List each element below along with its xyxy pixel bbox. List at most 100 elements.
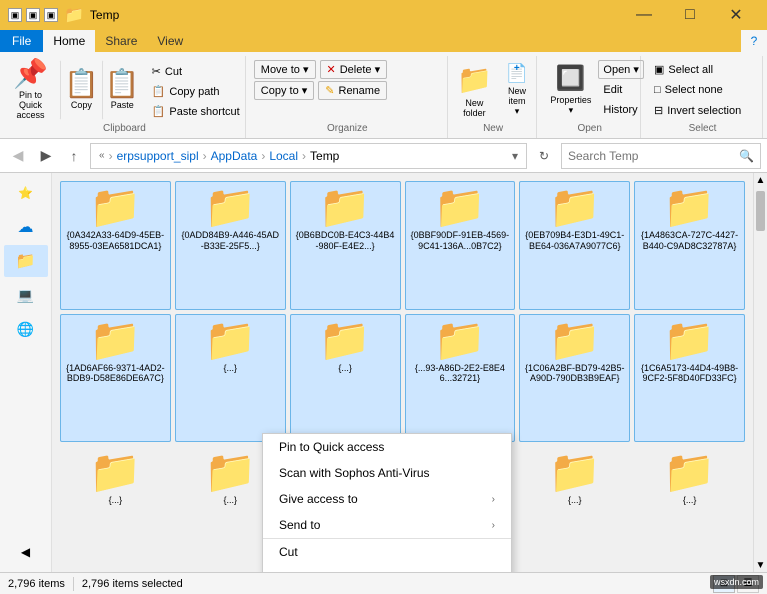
title-icon-1: ▣ bbox=[8, 8, 22, 22]
context-menu-item-send-to[interactable]: Send to› bbox=[263, 512, 511, 538]
context-menu-item-cut[interactable]: Cut bbox=[263, 538, 511, 565]
rename-button[interactable]: ✎ Rename bbox=[318, 81, 387, 100]
maximize-button[interactable]: □ bbox=[667, 0, 713, 30]
search-box[interactable]: 🔍 bbox=[561, 143, 761, 169]
select-label: Select bbox=[689, 123, 717, 136]
sidebar-item-expand[interactable]: ◀ bbox=[4, 536, 48, 568]
file-item[interactable]: 📁{0A342A33-64D9-45EB-8955-03EA6581DCA1} bbox=[60, 181, 171, 310]
select-none-icon: □ bbox=[654, 84, 661, 96]
file-item[interactable]: 📁{0B6BDC0B-E4C3-44B4-980F-E4E2...} bbox=[290, 181, 401, 310]
close-button[interactable]: ✕ bbox=[713, 0, 759, 30]
paste-shortcut-icon: 📋 bbox=[152, 105, 166, 118]
properties-button[interactable]: 🔲 Properties▾ bbox=[545, 60, 596, 120]
file-item[interactable]: 📁{0EB709B4-E3D1-49C1-BE64-036A7A9077C6} bbox=[519, 181, 630, 310]
paste-button[interactable]: 📋 Paste bbox=[102, 60, 143, 120]
file-item[interactable]: 📁{1C06A2BF-BD79-42B5-A90D-790DB3B9EAF} bbox=[519, 314, 630, 443]
folder-icon: 📁 bbox=[549, 451, 601, 493]
file-item[interactable]: 📁{...} bbox=[175, 314, 286, 443]
scroll-down[interactable]: ▼ bbox=[754, 558, 767, 572]
sidebar-item-cloud[interactable]: ☁ bbox=[4, 211, 48, 243]
context-menu-item-scan-with-sophos-anti-virus[interactable]: Scan with Sophos Anti-Virus bbox=[263, 460, 511, 486]
ribbon: File Home Share View ? 📌 Pin to Quick ac… bbox=[0, 30, 767, 139]
file-item[interactable]: 📁{...93-A86D-2E2-E8E46...32721} bbox=[405, 314, 516, 443]
help-button[interactable]: ? bbox=[741, 30, 767, 52]
file-item[interactable]: 📁{...} bbox=[60, 446, 171, 564]
select-none-label: Select none bbox=[665, 84, 723, 96]
folder-icon: 📁 bbox=[204, 186, 256, 228]
sidebar-item-quickaccess[interactable]: ⭐ bbox=[4, 177, 48, 209]
status-bar: 2,796 items 2,796 items selected ⊞ ☰ bbox=[0, 572, 767, 594]
breadcrumb-erpsupport[interactable]: erpsupport_sipl bbox=[117, 149, 199, 163]
breadcrumb-temp: Temp bbox=[310, 149, 339, 163]
copy-button[interactable]: 📋 Copy bbox=[61, 60, 102, 120]
move-to-label: Move to ▾ bbox=[261, 63, 309, 76]
context-menu-item-copy[interactable]: Copy bbox=[263, 565, 511, 572]
file-item[interactable]: 📁{0BBF90DF-91EB-4569-9C41-136A...0B7C2} bbox=[405, 181, 516, 310]
file-item[interactable]: 📁{1A4863CA-727C-4427-B440-C9AD8C32787A} bbox=[634, 181, 745, 310]
context-menu-item-give-access-to[interactable]: Give access to› bbox=[263, 486, 511, 512]
scroll-up[interactable]: ▲ bbox=[754, 173, 767, 187]
sidebar-item-pc[interactable]: 💻 bbox=[4, 279, 48, 311]
new-item-button[interactable]: 📄+ Newitem ▾ bbox=[500, 60, 533, 120]
folder-icon: 📁 bbox=[319, 186, 371, 228]
file-item[interactable]: 📁{0ADD84B9-A446-45AD-B33E-25F5...} bbox=[175, 181, 286, 310]
sidebar-item-folder[interactable]: 📁 bbox=[4, 245, 48, 277]
select-all-button[interactable]: ▣ Select all bbox=[649, 60, 718, 79]
ctx-item-label: Give access to bbox=[279, 492, 492, 506]
up-button[interactable]: ↑ bbox=[62, 144, 86, 168]
address-dropdown[interactable]: ▾ bbox=[512, 149, 518, 163]
copy-to-button[interactable]: Copy to ▾ bbox=[254, 81, 315, 100]
tab-home[interactable]: Home bbox=[43, 30, 95, 52]
organize-group: Move to ▾ ✕ Delete ▾ Copy to ▾ ✎ Rename bbox=[248, 56, 448, 138]
ctx-item-label: Send to bbox=[279, 518, 492, 532]
cut-button[interactable]: ✂ Cut bbox=[147, 62, 245, 81]
tab-view[interactable]: View bbox=[147, 30, 193, 52]
open-group: 🔲 Properties▾ Open ▾ Edit History bbox=[539, 56, 641, 138]
tab-share[interactable]: Share bbox=[95, 30, 147, 52]
refresh-button[interactable]: ↻ bbox=[531, 143, 557, 169]
file-name: {0ADD84B9-A446-45AD-B33E-25F5...} bbox=[180, 230, 280, 252]
move-to-button[interactable]: Move to ▾ bbox=[254, 60, 316, 79]
folder-icon: 📁 bbox=[549, 319, 601, 361]
file-name: {...} bbox=[568, 495, 582, 506]
file-item[interactable]: 📁 {...} bbox=[519, 446, 630, 564]
select-none-button[interactable]: □ Select none bbox=[649, 81, 728, 99]
folder-icon: 📁 bbox=[434, 319, 486, 361]
context-menu-item-pin-to-quick-access[interactable]: Pin to Quick access bbox=[263, 434, 511, 460]
file-item[interactable]: 📁{...} bbox=[290, 314, 401, 443]
vertical-scrollbar[interactable]: ▲ ▼ bbox=[753, 173, 767, 572]
history-button[interactable]: History bbox=[598, 101, 644, 119]
pin-to-quick-access-button[interactable]: 📌 Pin to Quick access bbox=[4, 60, 61, 120]
edit-button[interactable]: Edit bbox=[598, 81, 644, 99]
file-item[interactable]: 📁{1AD6AF66-9371-4AD2-BDB9-D58E86DE6A7C} bbox=[60, 314, 171, 443]
tab-file[interactable]: File bbox=[0, 30, 43, 52]
select-all-icon: ▣ bbox=[654, 63, 664, 76]
folder-icon: 📁 bbox=[89, 451, 141, 493]
forward-button[interactable]: ▶ bbox=[34, 144, 58, 168]
paste-shortcut-label: Paste shortcut bbox=[169, 106, 239, 118]
submenu-arrow: › bbox=[492, 494, 495, 505]
paste-shortcut-button[interactable]: 📋 Paste shortcut bbox=[147, 102, 245, 121]
scroll-thumb[interactable] bbox=[756, 191, 765, 231]
properties-label: Properties▾ bbox=[550, 95, 591, 116]
ctx-item-label: Scan with Sophos Anti-Virus bbox=[279, 466, 495, 480]
invert-selection-button[interactable]: ⊟ Invert selection bbox=[649, 101, 746, 120]
ctx-item-label: Cut bbox=[279, 545, 495, 559]
minimize-button[interactable]: — bbox=[621, 0, 667, 30]
file-item[interactable]: 📁{1C6A5173-44D4-49B8-9CF2-5F8D40FD33FC} bbox=[634, 314, 745, 443]
search-input[interactable] bbox=[568, 149, 735, 163]
breadcrumb-appdata[interactable]: AppData bbox=[211, 149, 258, 163]
file-name: {1A4863CA-727C-4427-B440-C9AD8C32787A} bbox=[640, 230, 740, 252]
delete-label: Delete ▾ bbox=[340, 63, 380, 76]
delete-button[interactable]: ✕ Delete ▾ bbox=[320, 60, 388, 79]
open-button[interactable]: Open ▾ bbox=[598, 60, 644, 79]
new-folder-button[interactable]: 📁 Newfolder bbox=[452, 60, 496, 120]
copy-path-button[interactable]: 📋 Copy path bbox=[147, 82, 245, 101]
breadcrumb-local[interactable]: Local bbox=[269, 149, 298, 163]
folder-icon: 📁 bbox=[663, 186, 715, 228]
back-button[interactable]: ◀ bbox=[6, 144, 30, 168]
paste-icon: 📋 bbox=[105, 70, 140, 98]
breadcrumb-bar[interactable]: « › erpsupport_sipl › AppData › Local › … bbox=[90, 143, 527, 169]
sidebar-item-network[interactable]: 🌐 bbox=[4, 313, 48, 345]
file-item[interactable]: 📁{...} bbox=[634, 446, 745, 564]
